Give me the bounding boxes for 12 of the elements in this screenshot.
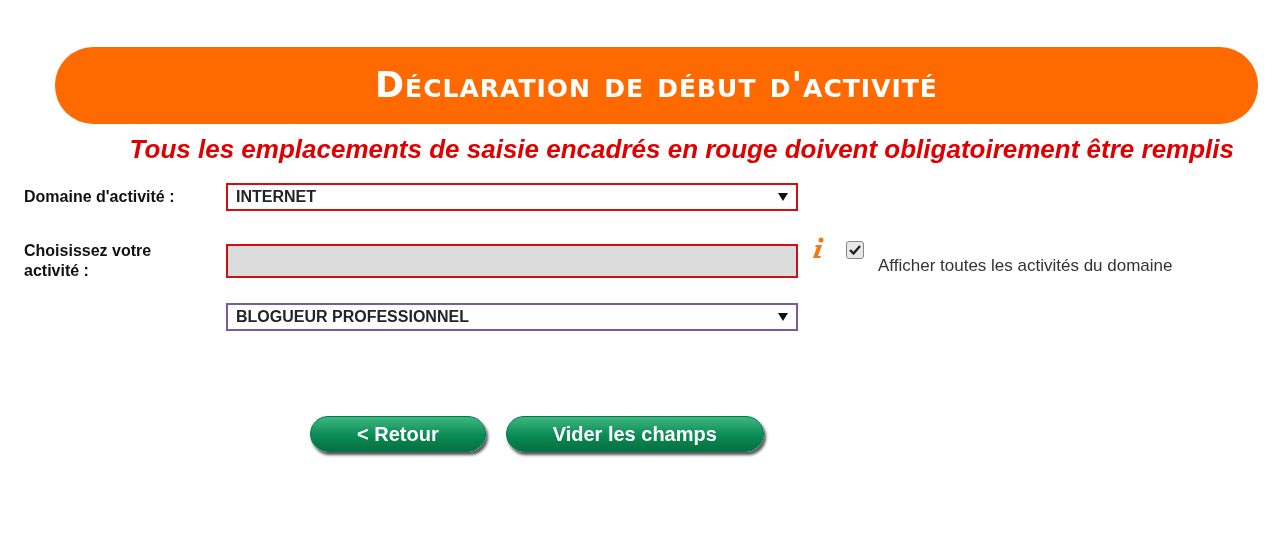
dropdown[interactable]: BLOGUEUR PROFESSIONNEL <box>226 303 798 331</box>
dropdown[interactable]: INTERNET <box>226 183 798 211</box>
info-icon[interactable] <box>812 237 824 259</box>
page-title: Déclaration de début d'activité <box>375 64 938 108</box>
required-fields-notice: Tous les emplacements de saisie encadrés en rouge doivent obligatoirement être remplis <box>128 133 1234 166</box>
field-label: Domaine d'activité : <box>23 187 176 207</box>
field-label: Choisissez votre activité : <box>23 241 153 281</box>
back-button[interactable]: < Retour <box>310 416 486 452</box>
clear-button[interactable]: Vider les champs <box>505 416 764 452</box>
checkbox-label: Afficher toutes les activités du domaine <box>878 255 1173 278</box>
dropdown-arrow-icon <box>778 192 788 202</box>
dropdown-arrow-icon <box>778 312 788 322</box>
